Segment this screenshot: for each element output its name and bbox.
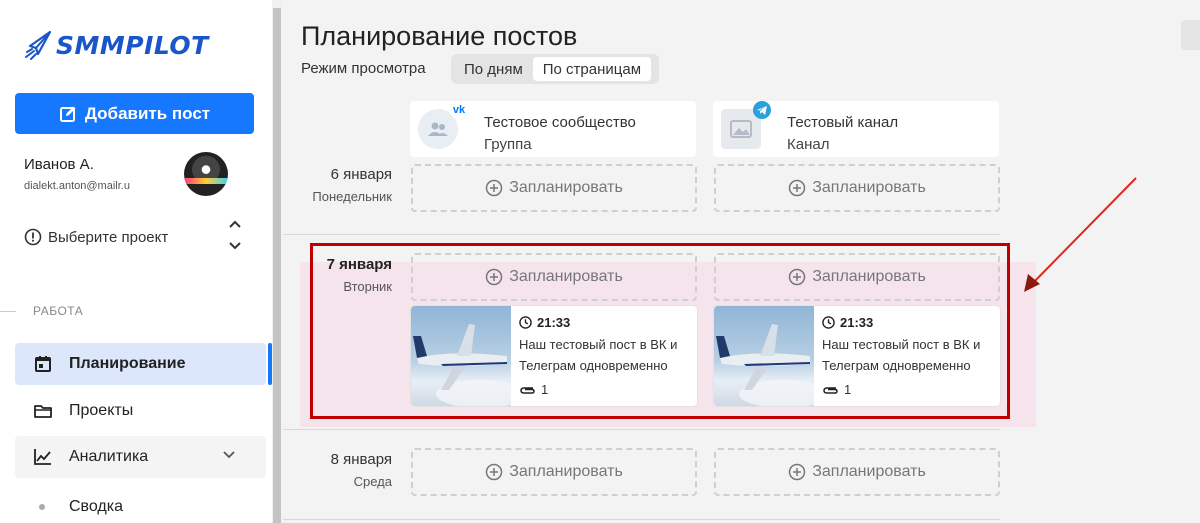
schedule-button[interactable]: Запланировать [714, 448, 1000, 496]
chevron-down-icon [223, 451, 235, 459]
plus-circle-icon [788, 463, 806, 481]
schedule-label: Запланировать [509, 179, 623, 196]
page-title: Планирование постов [301, 21, 578, 51]
schedule-label: Запланировать [509, 463, 623, 480]
add-post-button[interactable]: Добавить пост [15, 93, 254, 134]
plus-circle-icon [485, 463, 503, 481]
user-email: dialekt.anton@mailr.u [24, 180, 130, 192]
sidebar: SMMPILOT Добавить пост Иванов А. dialekt… [0, 0, 272, 523]
logo-text: SMMPILOT [56, 30, 209, 60]
day-divider [283, 519, 1000, 520]
schedule-button[interactable]: Запланировать [714, 164, 1000, 212]
chevron-up-icon[interactable] [228, 219, 242, 229]
project-select-label: Выберите проект [48, 228, 169, 246]
channel-type: Группа [484, 136, 532, 153]
info-icon [24, 228, 42, 246]
view-mode-label: Режим просмотра [301, 60, 426, 77]
edit-icon [59, 106, 76, 122]
channel-header: vk Тестовое сообщество Группа [410, 101, 696, 157]
vk-icon: vk [450, 101, 468, 119]
annotation-arrow [1024, 177, 1137, 292]
rocket-icon [25, 30, 52, 60]
bullet-icon [39, 504, 45, 510]
section-label: РАБОТА [33, 304, 84, 318]
divider [0, 311, 16, 312]
day-date: 6 января [330, 166, 392, 183]
sidebar-item-planning[interactable]: Планирование [15, 343, 272, 385]
help-button[interactable] [1181, 20, 1200, 50]
sidebar-subitem-summary[interactable]: Сводка [15, 494, 123, 520]
day-weekday: Понедельник [312, 189, 392, 204]
day-weekday: Среда [353, 474, 392, 489]
logo[interactable]: SMMPILOT [24, 30, 209, 60]
avatar[interactable] [184, 152, 228, 196]
day-date: 8 января [330, 451, 392, 468]
sidebar-item-analytics[interactable]: Аналитика [15, 436, 266, 478]
sidebar-item-label: Планирование [69, 355, 186, 372]
scrollbar-thumb[interactable] [273, 8, 281, 523]
calendar-icon [35, 356, 51, 372]
sidebar-item-label: Аналитика [69, 448, 149, 465]
folder-icon [34, 405, 52, 418]
plus-circle-icon [485, 179, 503, 197]
view-mode-by-days[interactable]: По дням [454, 57, 533, 81]
schedule-label: Запланировать [812, 463, 926, 480]
chart-line-icon [34, 449, 51, 465]
sidebar-scrollbar[interactable] [272, 0, 282, 523]
day-divider [283, 234, 1000, 235]
user-name: Иванов А. [24, 156, 94, 173]
sidebar-item-label: Проекты [69, 402, 134, 419]
day-label: 6 января Понедельник [312, 166, 392, 204]
schedule-label: Запланировать [812, 179, 926, 196]
view-mode-toggle: По дням По страницам [451, 54, 659, 84]
sidebar-subitem-label: Сводка [69, 498, 124, 515]
view-mode-by-pages[interactable]: По страницам [532, 57, 652, 81]
channel-name: Тестовое сообщество [484, 114, 636, 131]
telegram-icon [753, 101, 771, 119]
project-select[interactable]: Выберите проект [24, 228, 168, 246]
chevron-down-icon[interactable] [228, 241, 242, 251]
channel-type: Канал [787, 136, 830, 153]
sidebar-item-projects[interactable]: Проекты [15, 390, 266, 432]
channel-name: Тестовый канал [787, 114, 899, 131]
schedule-button[interactable]: Запланировать [411, 448, 697, 496]
day-divider [283, 429, 1000, 430]
highlight-box [310, 243, 1010, 419]
day-label: 8 января Среда [331, 451, 392, 489]
schedule-button[interactable]: Запланировать [411, 164, 697, 212]
channel-header: Тестовый канал Канал [713, 101, 999, 157]
add-post-label: Добавить пост [84, 103, 211, 123]
plus-circle-icon [788, 179, 806, 197]
